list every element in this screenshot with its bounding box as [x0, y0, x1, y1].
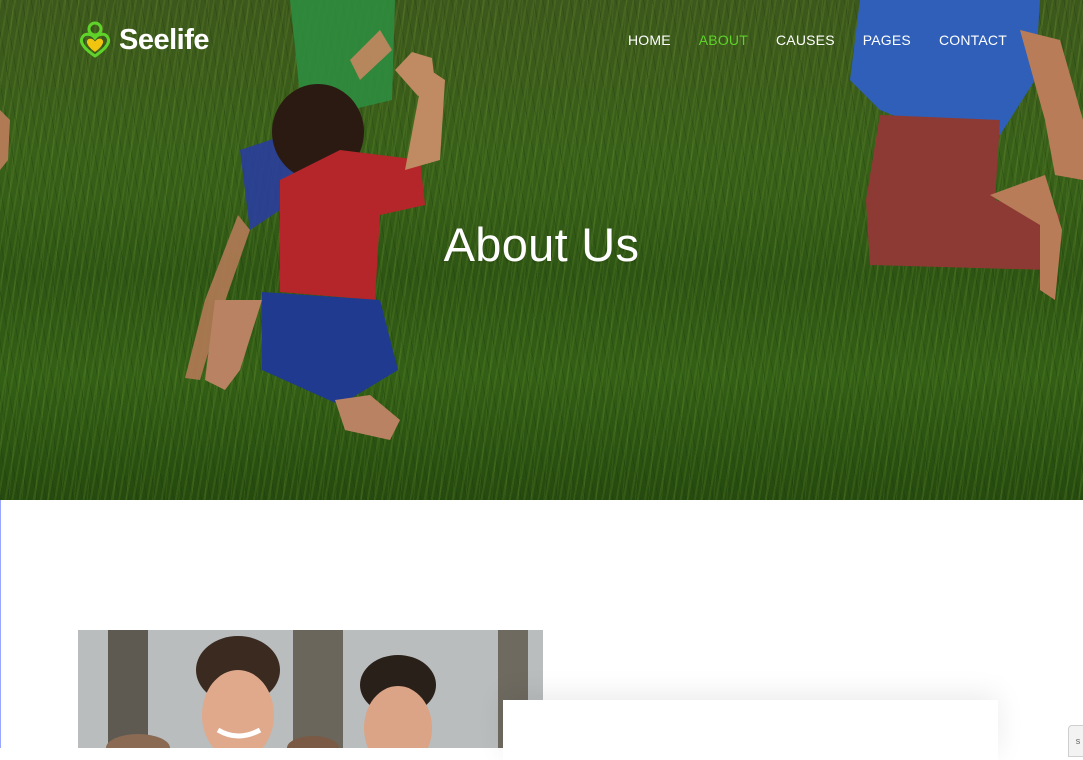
about-info-card [503, 700, 998, 760]
nav-item-home[interactable]: HOME [628, 31, 671, 49]
team-photo-illustration [78, 630, 543, 748]
team-photo-image [78, 630, 543, 748]
page-title: About Us [443, 218, 640, 271]
brand-logo[interactable]: Seelife [78, 21, 210, 59]
brand-name: Seelife [119, 24, 210, 56]
main-navigation: HOME ABOUT CAUSES PAGES CONTACT [628, 31, 1007, 49]
nav-item-causes[interactable]: CAUSES [776, 31, 835, 49]
page-edge-line [0, 500, 1, 748]
heart-person-logo-icon [79, 21, 111, 58]
nav-item-about[interactable]: ABOUT [699, 31, 748, 49]
nav-item-contact[interactable]: CONTACT [939, 31, 1007, 49]
hero-banner: Seelife HOME ABOUT CAUSES PAGES CONTACT … [0, 0, 1083, 500]
scroll-to-top-button[interactable]: s [1068, 725, 1083, 757]
nav-item-pages[interactable]: PAGES [863, 31, 911, 49]
